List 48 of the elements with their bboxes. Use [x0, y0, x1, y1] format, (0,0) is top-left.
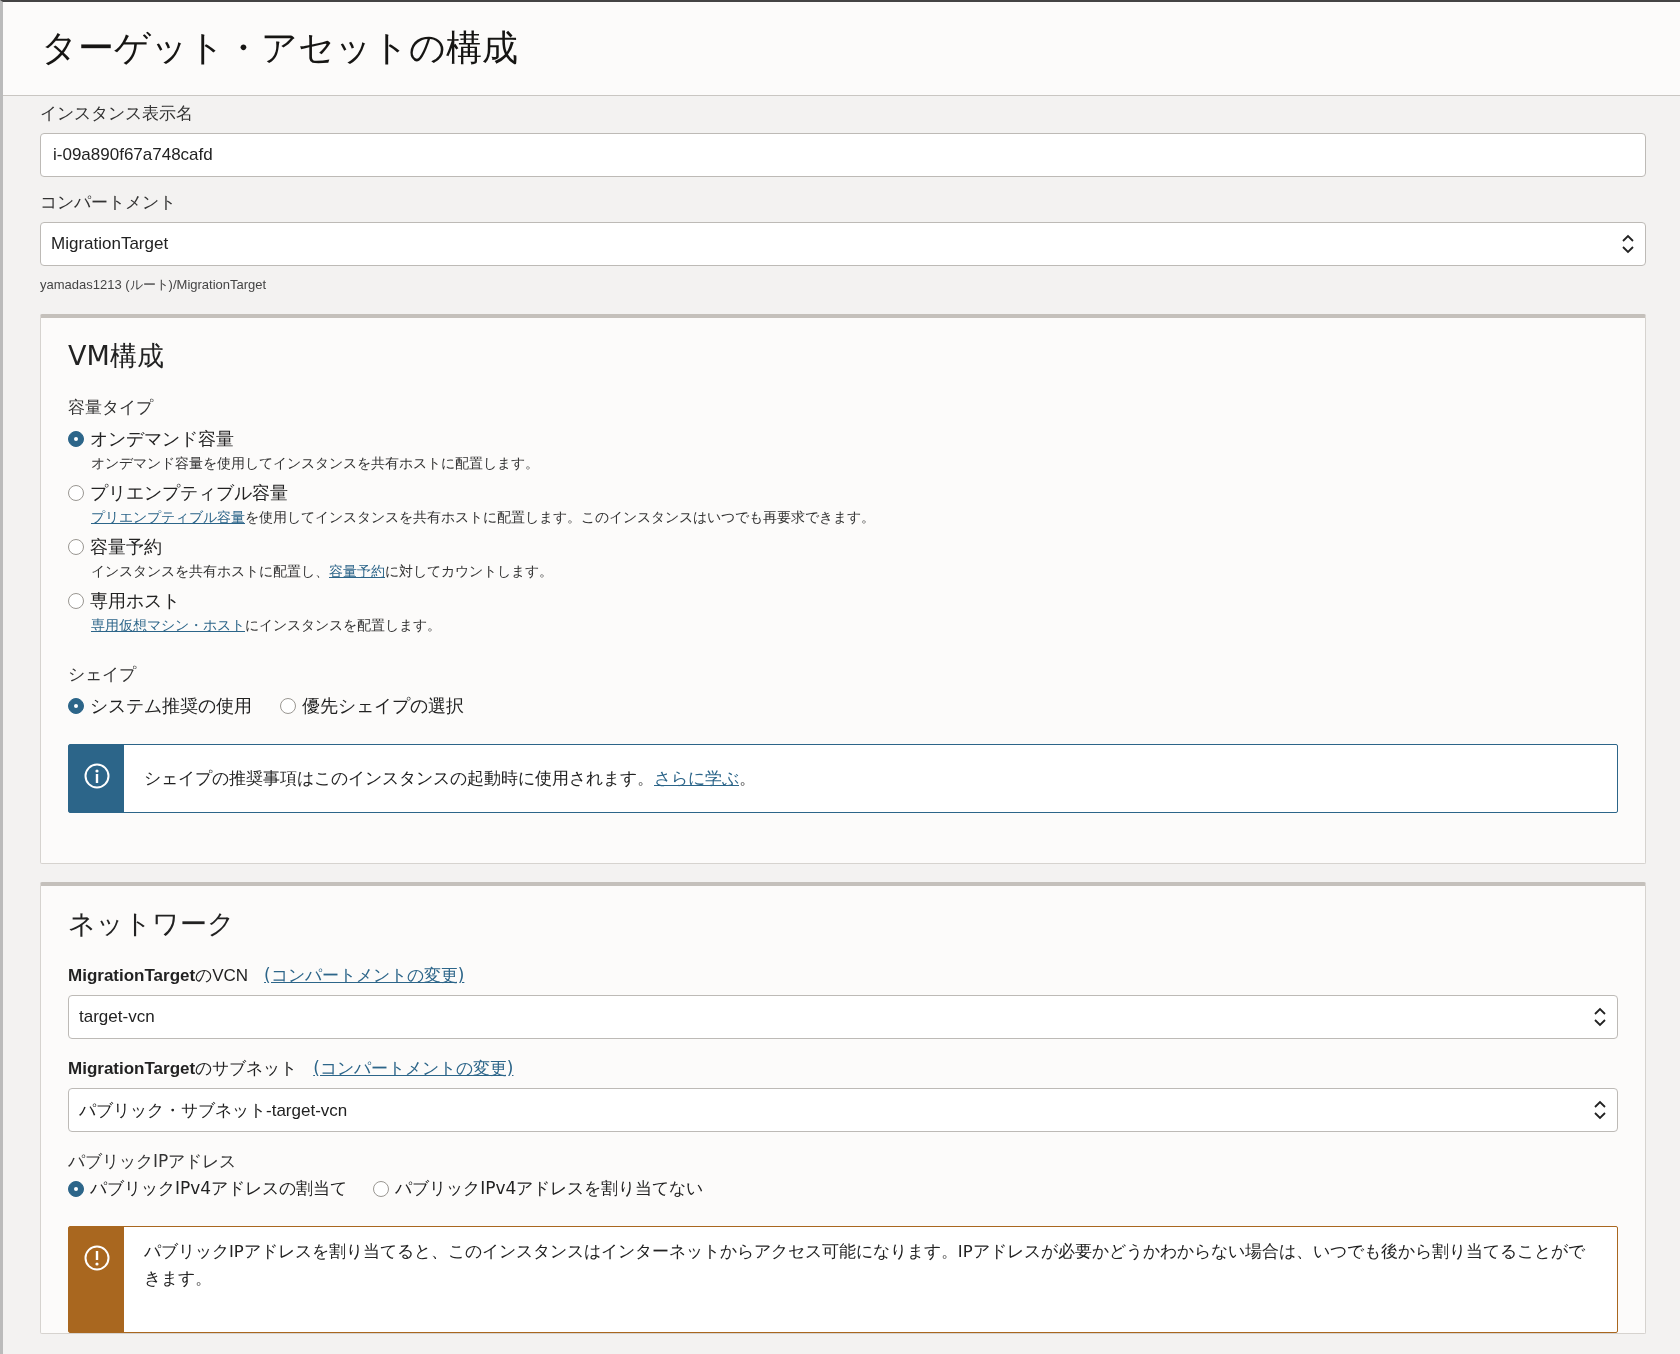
radio-button[interactable]: [280, 698, 296, 714]
field-label: コンパートメント: [40, 191, 177, 214]
link[interactable]: 容量予約: [329, 563, 385, 579]
field-label: MigrationTargetのサブネット: [68, 1058, 298, 1081]
subnet-select[interactable]: パブリック・サブネット-target-vcn: [68, 1088, 1618, 1133]
field-label: シェイプ: [68, 663, 138, 686]
radio-label[interactable]: パブリックIPv4アドレスの割当て: [90, 1177, 348, 1201]
option-description: オンデマンド容量を使用してインスタンスを共有ホストに配置します。: [91, 455, 540, 473]
compartment-select[interactable]: MigrationTarget: [40, 222, 1646, 266]
chevron-icon: [1593, 1100, 1607, 1121]
field-label: インスタンス表示名: [40, 102, 194, 125]
field-label: 容量タイプ: [68, 396, 155, 419]
warning-message: パブリックIPアドレスを割り当てると、このインスタンスはインターネットからアクセス可能になります。IPアドレスが必要かどうかわからない場合は、いつでも後から割り当てることができます。: [143, 1241, 1586, 1290]
radio-button[interactable]: [68, 539, 84, 555]
chevron-icon: [1593, 1007, 1607, 1028]
section-title: ネットワーク: [68, 907, 236, 942]
option-description: 専用仮想マシン・ホスト にインスタンスを配置します。: [91, 617, 442, 635]
section-title: VM構成: [68, 339, 165, 373]
radio-button[interactable]: [68, 485, 84, 501]
field-label: パブリックIPアドレス: [68, 1150, 238, 1174]
radio-label[interactable]: 専用ホスト: [90, 589, 180, 613]
radio-label[interactable]: 容量予約: [90, 535, 162, 559]
instance-name-field[interactable]: i-09a890f67a748cafd: [40, 133, 1646, 177]
option-description: インスタンスを共有ホストに配置し、容量予約に対してカウントします。: [91, 563, 554, 581]
radio-label[interactable]: プリエンプティブル容量: [90, 481, 288, 505]
radio-label[interactable]: システム推奨の使用: [90, 694, 252, 718]
link[interactable]: プリエンプティブル容量: [91, 509, 245, 525]
radio-label[interactable]: 優先シェイプの選択: [302, 694, 464, 718]
radio-button[interactable]: [68, 698, 84, 714]
info-message: シェイプの推奨事項はこのインスタンスの起動時に使用されます。さらに学ぶ。: [143, 767, 757, 790]
page-title: ターゲット・アセットの構成: [41, 26, 518, 70]
field-label: MigrationTargetのVCN: [68, 965, 249, 988]
radio-button[interactable]: [68, 1180, 84, 1197]
change-compartment-link[interactable]: (コンパートメントの変更): [313, 1057, 514, 1081]
chevron-icon: [1621, 234, 1635, 254]
radio-label[interactable]: オンデマンド容量: [90, 427, 234, 451]
vcn-select[interactable]: target-vcn: [68, 995, 1618, 1040]
radio-label[interactable]: パブリックIPv4アドレスを割り当てない: [395, 1177, 704, 1201]
learn-more-link[interactable]: さらに学ぶ: [654, 768, 739, 788]
info-icon: [83, 763, 110, 789]
change-compartment-link[interactable]: (コンパートメントの変更): [264, 964, 465, 988]
warning-icon: [83, 1245, 110, 1272]
link[interactable]: 専用仮想マシン・ホスト: [91, 617, 245, 633]
radio-button[interactable]: [373, 1180, 390, 1197]
option-description: プリエンプティブル容量を使用してインスタンスを共有ホストに配置します。このインスタンスはいつでも再要求できます。: [91, 509, 876, 527]
radio-button[interactable]: [68, 431, 84, 447]
compartment-path: yamadas1213 (ルート)/MigrationTarget: [40, 276, 268, 294]
radio-button[interactable]: [68, 593, 84, 609]
